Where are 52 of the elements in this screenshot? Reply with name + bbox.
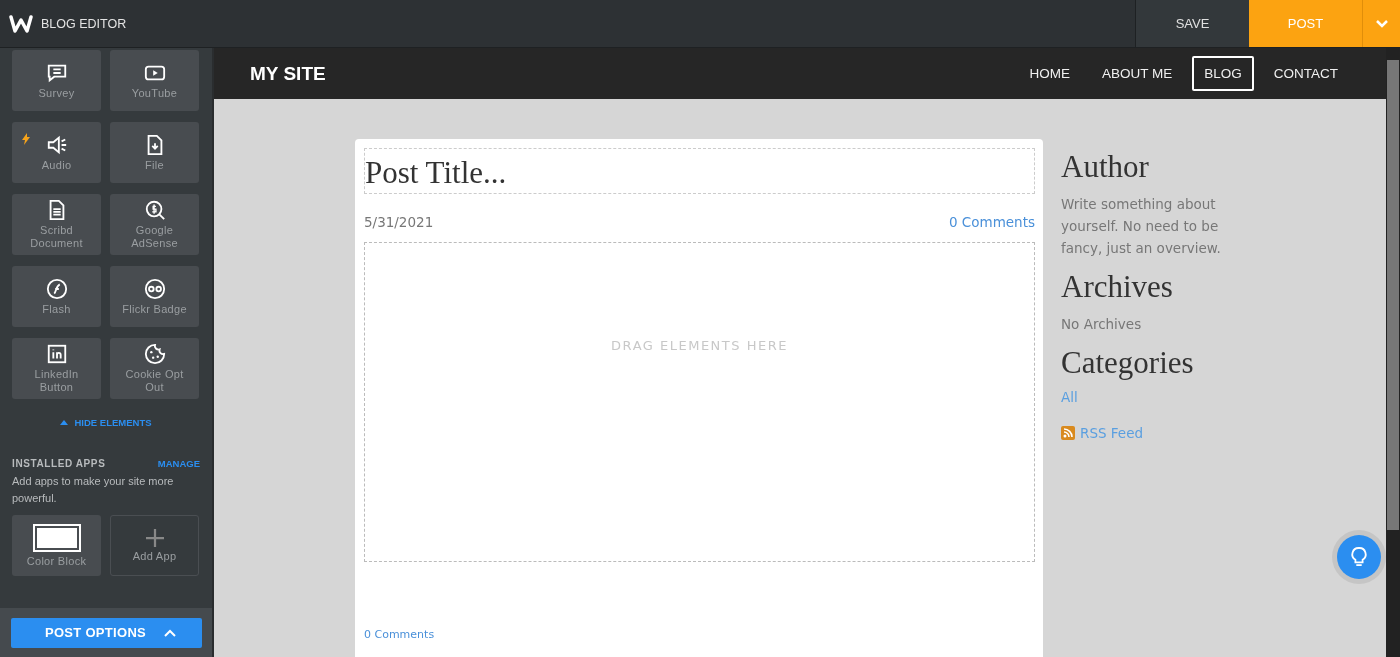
- nav-link[interactable]: CONTACT: [1261, 56, 1350, 91]
- linkedin-icon: [45, 343, 68, 365]
- hide-elements-link[interactable]: HIDE ELEMENTS: [56, 413, 156, 432]
- cookie-icon: [143, 343, 166, 365]
- manage-link[interactable]: MANAGE: [157, 458, 200, 469]
- speaker-icon: [45, 133, 68, 156]
- post-options-button[interactable]: POST OPTIONS: [11, 617, 202, 648]
- element-tile[interactable]: Google AdSense: [110, 194, 199, 255]
- post-button[interactable]: POST: [1249, 0, 1362, 47]
- category-link[interactable]: All: [1061, 389, 1078, 405]
- chevron-down-icon: [1375, 19, 1388, 28]
- archives-text: No Archives: [1061, 315, 1143, 334]
- element-tile[interactable]: LinkedIn Button: [12, 338, 101, 399]
- element-tile[interactable]: Scribd Document: [12, 194, 101, 255]
- site-name: MY SITE: [250, 62, 326, 85]
- widget-heading: Categories: [1061, 345, 1195, 381]
- plus-icon: [145, 528, 164, 547]
- dots-icon: [143, 277, 166, 300]
- element-tile[interactable]: Survey: [12, 50, 101, 111]
- nav-link[interactable]: HOME: [1017, 56, 1082, 91]
- element-tile[interactable]: YouTube: [110, 50, 199, 111]
- color-block-icon: [32, 523, 81, 552]
- author-text: Write something about yourself. No need to be fancy, just an overview.: [1061, 195, 1222, 258]
- logo-icon: [9, 13, 33, 34]
- section-heading: INSTALLED APPS: [12, 458, 106, 469]
- element-tile[interactable]: Flickr Badge: [110, 266, 199, 327]
- scrollbar[interactable]: [1386, 48, 1400, 657]
- lightbulb-icon: [1350, 546, 1368, 568]
- chevron-up-icon: [164, 628, 177, 637]
- rss-icon: [1061, 426, 1075, 440]
- app-title: BLOG EDITOR: [41, 16, 127, 31]
- app-tile[interactable]: Color Block: [12, 515, 101, 576]
- element-tile[interactable]: File: [110, 122, 199, 183]
- post-title-field[interactable]: Post Title...: [364, 148, 1035, 194]
- tips-button[interactable]: [1337, 535, 1381, 579]
- comments-link[interactable]: 0 Comments: [948, 214, 1035, 230]
- widget-heading: Archives: [1061, 269, 1174, 305]
- nav-link[interactable]: ABOUT ME: [1089, 56, 1185, 91]
- magnifier-icon: [143, 199, 166, 221]
- save-button[interactable]: SAVE: [1135, 0, 1249, 47]
- widget-heading: Author: [1061, 149, 1150, 185]
- element-tile[interactable]: Audio: [12, 122, 101, 183]
- apps-description: Add apps to make your site more powerful.: [12, 474, 175, 506]
- element-tile[interactable]: Flash: [12, 266, 101, 327]
- flash-icon: [45, 277, 68, 300]
- element-tile[interactable]: Cookie Opt Out: [110, 338, 199, 399]
- rss-link[interactable]: RSS Feed: [1080, 425, 1144, 441]
- nav-link[interactable]: BLOG: [1192, 56, 1254, 91]
- triangle-up-icon: [60, 420, 69, 425]
- add-app-button[interactable]: Add App: [110, 515, 199, 576]
- comments-link[interactable]: 0 Comments: [364, 628, 435, 641]
- post-date: 5/31/2021: [364, 214, 434, 230]
